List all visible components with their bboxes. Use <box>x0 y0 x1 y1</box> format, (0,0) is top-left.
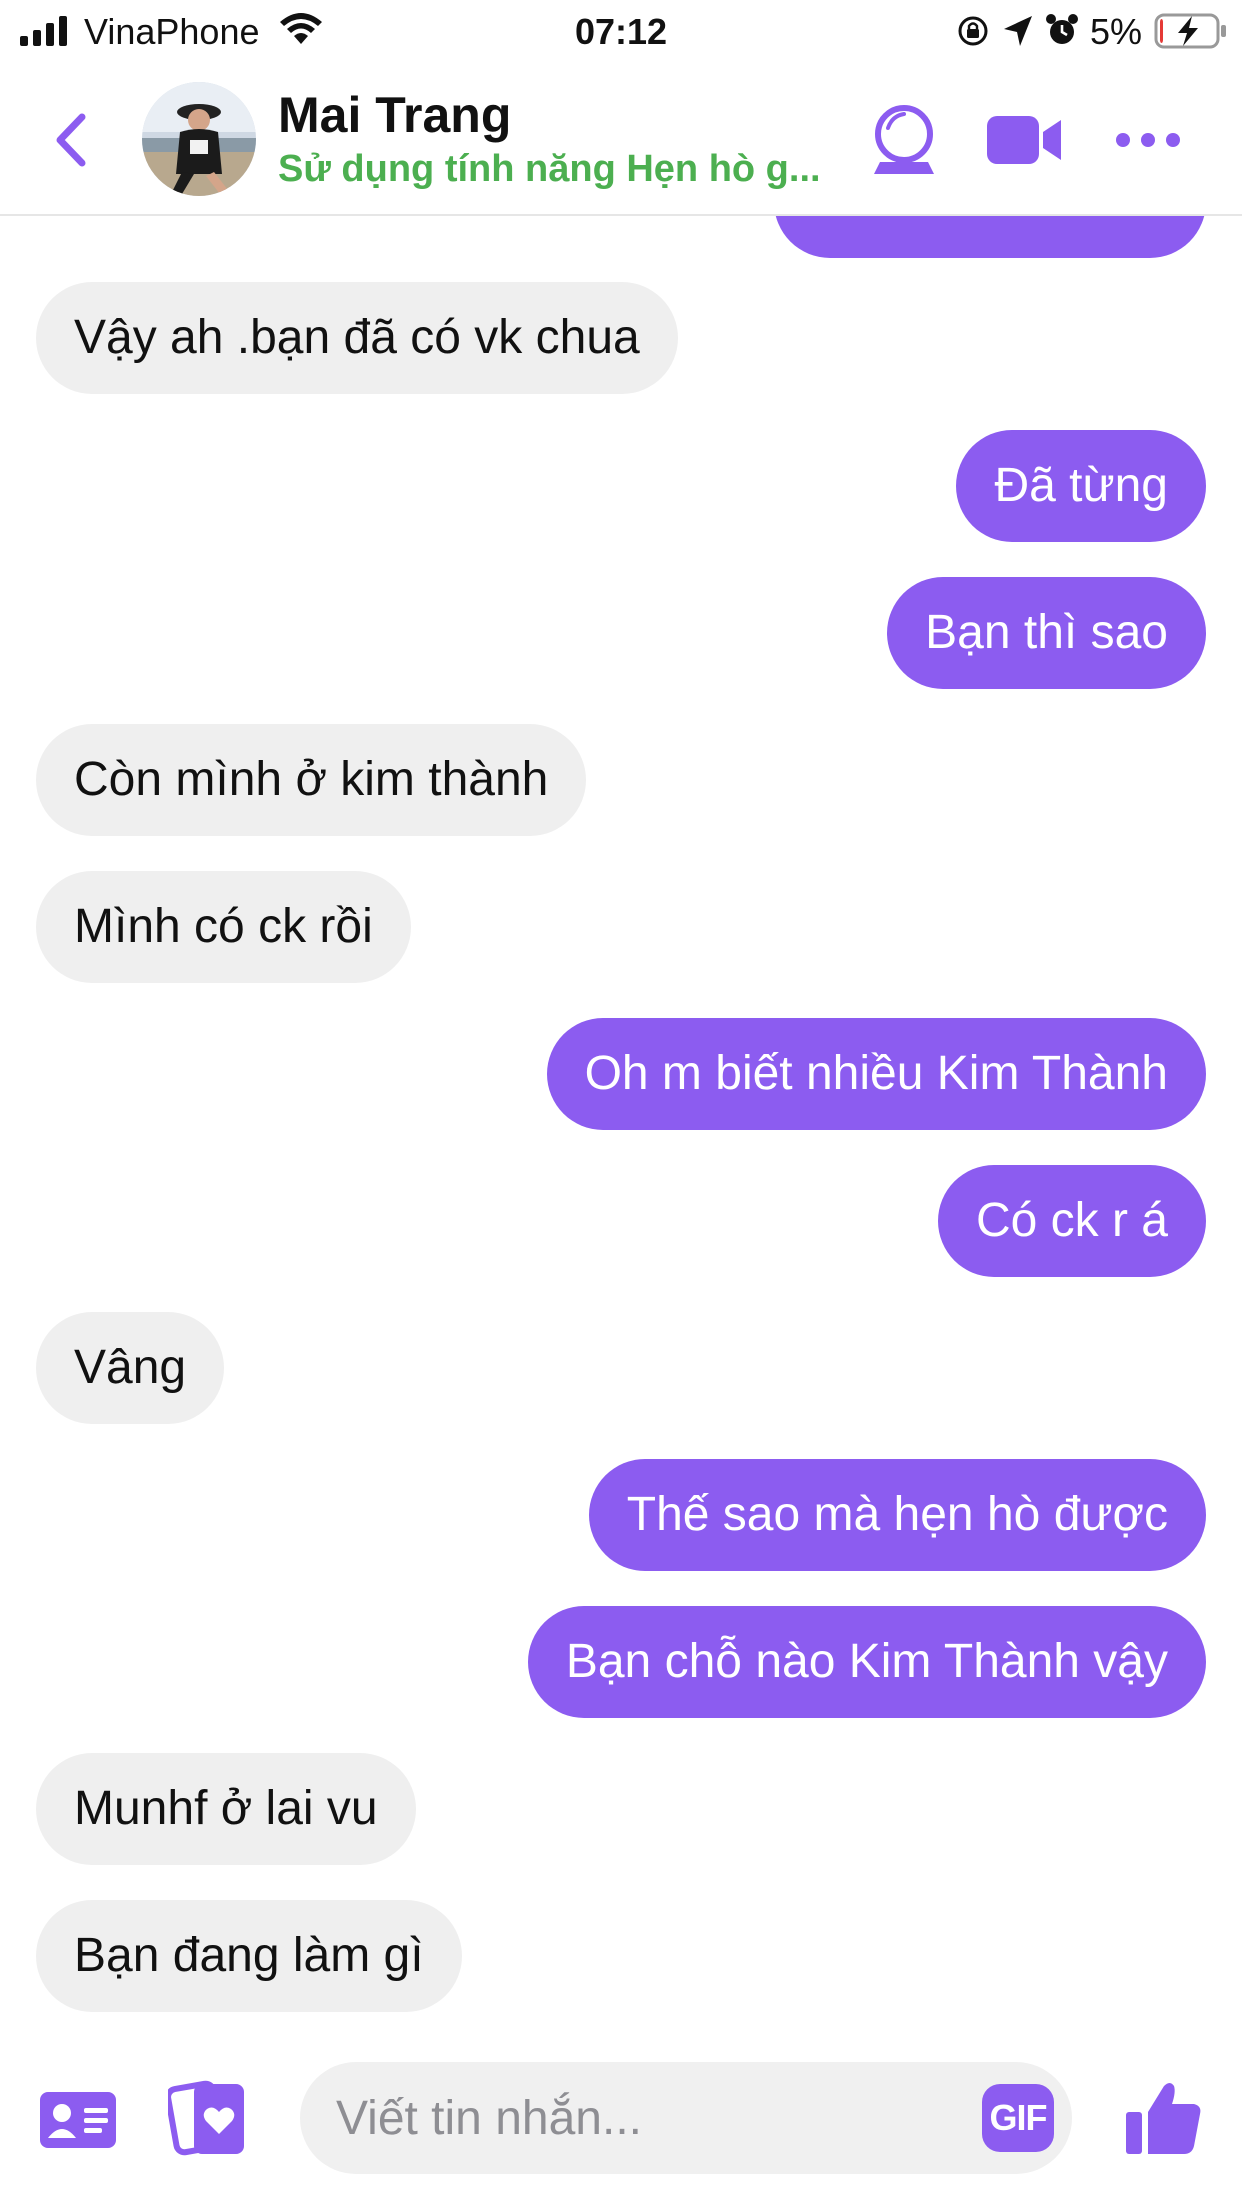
dating-status: Sử dụng tính năng Hẹn hò g... <box>278 148 821 190</box>
battery-charging-icon <box>1154 13 1226 49</box>
crystal-ball-button[interactable] <box>864 100 944 180</box>
message-list[interactable]: Vậy ah .bạn đã có vk chua Đã từng Bạn th… <box>0 216 1242 2026</box>
video-call-button[interactable] <box>984 100 1064 180</box>
message-bubble-outgoing[interactable]: Đã từng <box>956 430 1206 542</box>
message-bubble-incoming[interactable]: Munhf ở lai vu <box>36 1753 416 1865</box>
message-bubble-incoming[interactable]: Vậy ah .bạn đã có vk chua <box>36 282 678 394</box>
message-bubble-incoming[interactable]: Vâng <box>36 1312 225 1424</box>
gif-button[interactable]: GIF <box>982 2084 1054 2152</box>
message-bubble-outgoing[interactable]: Có ck r á <box>937 1165 1206 1277</box>
back-icon <box>56 113 86 167</box>
message-bubble-incoming[interactable]: Bạn đang làm gì <box>36 1900 462 2012</box>
contact-card-icon <box>40 2092 116 2148</box>
status-bar: VinaPhone 07:12 5% <box>0 0 1242 64</box>
rotation-lock-icon <box>958 16 988 46</box>
composer-bar: GIF <box>0 2040 1242 2208</box>
message-bubble-outgoing[interactable]: Bạn thì sao <box>887 577 1206 689</box>
more-button[interactable] <box>1108 100 1188 180</box>
message-bubble-outgoing[interactable]: Bạn chỗ nào Kim Thành vậy <box>527 1606 1206 1718</box>
more-icon <box>1116 133 1180 147</box>
avatar[interactable] <box>142 82 256 196</box>
location-icon <box>1004 16 1032 46</box>
message-bubble-outgoing[interactable]: Oh m biết nhiều Kim Thành <box>546 1018 1206 1130</box>
like-button[interactable] <box>1118 2074 1210 2162</box>
contact-name[interactable]: Mai Trang <box>278 84 511 146</box>
message-bubble-incoming[interactable]: Mình có ck rồi <box>36 871 411 983</box>
message-input[interactable] <box>300 2062 1072 2174</box>
back-button[interactable] <box>40 104 100 176</box>
video-call-icon <box>987 116 1061 164</box>
crystal-ball-icon <box>874 105 934 174</box>
message-bubble-outgoing[interactable]: Thế sao mà hẹn hò được <box>588 1459 1206 1571</box>
profile-photo <box>142 82 256 196</box>
alarm-icon <box>1046 14 1078 44</box>
message-bubble-incoming[interactable]: Còn mình ở kim thành <box>36 724 587 836</box>
battery-percent: 5% <box>1090 11 1143 52</box>
contact-card-button[interactable] <box>40 2082 116 2158</box>
like-icon <box>1126 2083 1201 2154</box>
dating-cards-button[interactable] <box>168 2076 250 2160</box>
dating-cards-icon <box>168 2080 244 2156</box>
conversation-header: Mai Trang Sử dụng tính năng Hẹn hò g... <box>0 64 1242 216</box>
message-bubble-outgoing[interactable] <box>774 216 1206 258</box>
